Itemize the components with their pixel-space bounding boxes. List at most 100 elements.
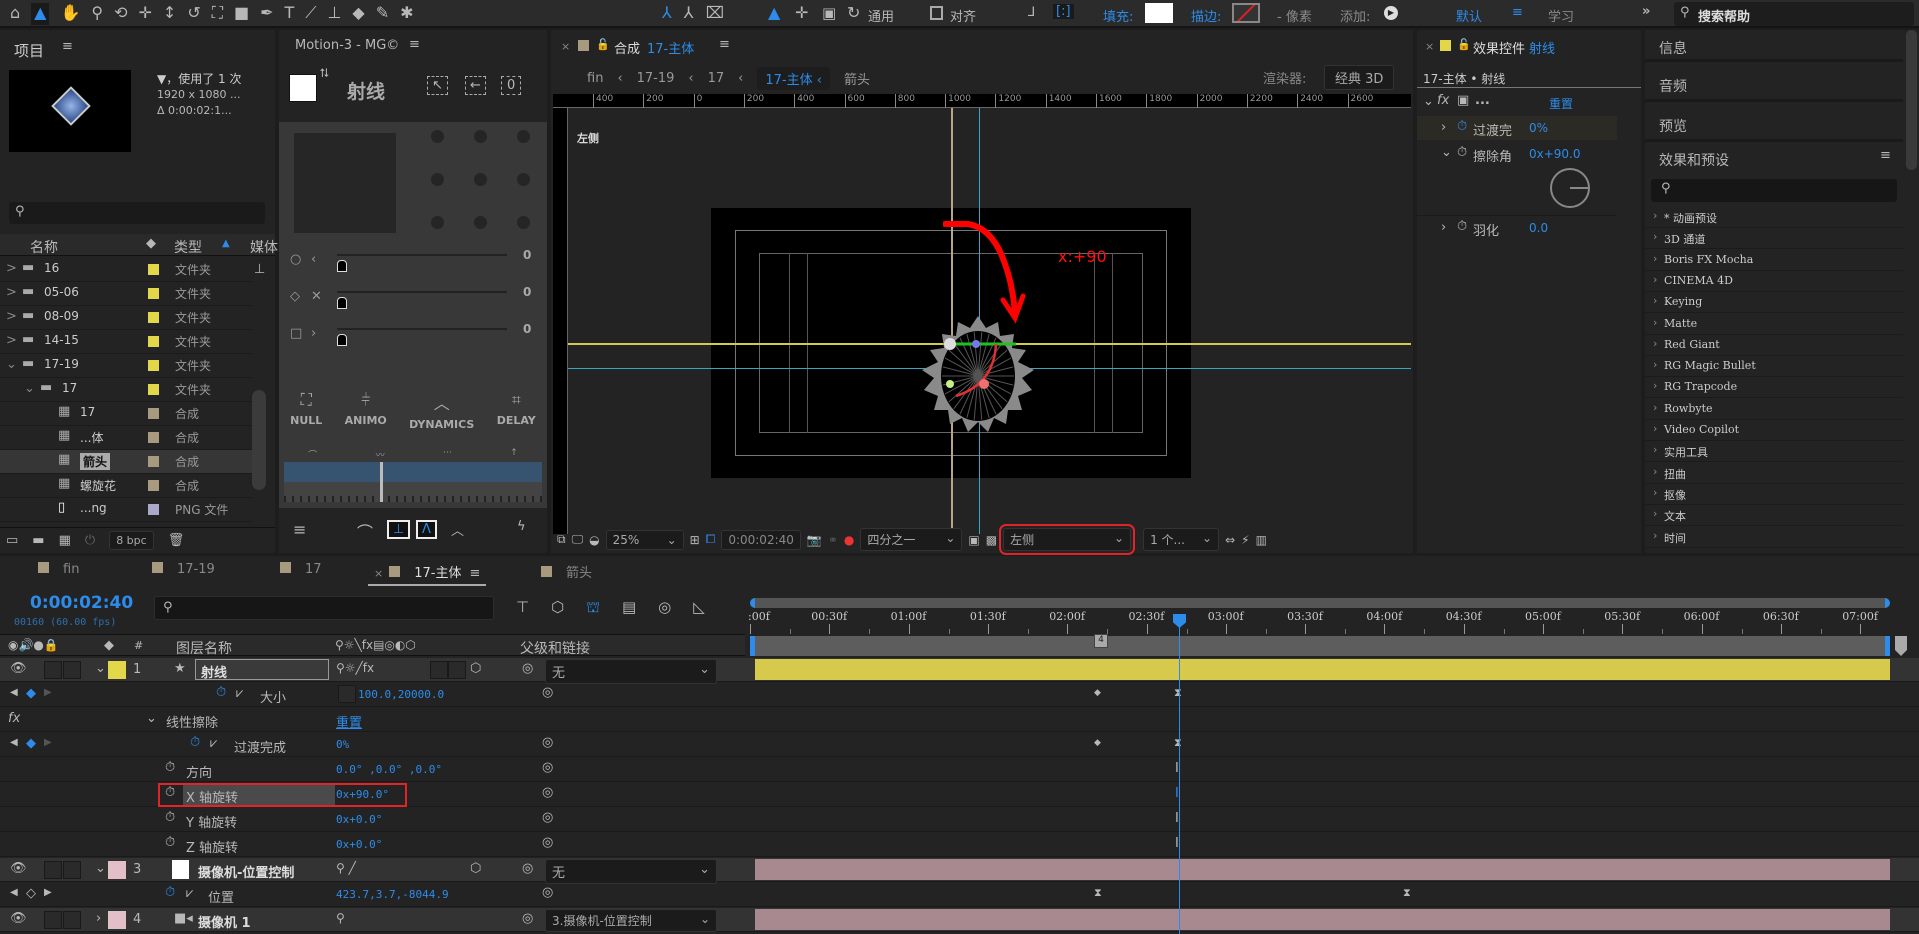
graph-icon[interactable]: ⩗: [186, 886, 193, 901]
swap-colors-icon[interactable]: ⮁: [319, 66, 329, 81]
effect-category[interactable]: › RG Magic Bullet: [1645, 356, 1903, 378]
col-parent[interactable]: 父级和链接: [520, 638, 590, 658]
shape-icon[interactable]: □: [290, 326, 302, 341]
next-keyframe-icon[interactable]: ▶: [44, 687, 52, 698]
layer-name[interactable]: 摄像机 1: [198, 912, 251, 931]
solo-switch[interactable]: [44, 911, 62, 929]
caret-up-icon[interactable]: ︿: [451, 520, 464, 539]
crumb-17-19[interactable]: 17-19: [637, 71, 675, 86]
motion-blur-icon[interactable]: ◎: [658, 598, 671, 618]
effect-category[interactable]: › Rowbyte: [1645, 399, 1903, 420]
view-axis-icon[interactable]: ⌧: [706, 3, 724, 22]
new-folder-icon[interactable]: ▬: [32, 533, 44, 548]
anchor-icon[interactable]: ⛶: [212, 3, 223, 25]
next-keyframe-icon[interactable]: ▶: [44, 887, 52, 898]
dots-icon[interactable]: ···: [443, 448, 452, 461]
solo-switch[interactable]: [44, 861, 62, 879]
visibility-icon[interactable]: 👁: [10, 911, 27, 926]
pickwhip-icon[interactable]: ◎: [522, 661, 533, 676]
collapse-icon[interactable]: ⌄: [1423, 94, 1434, 109]
roto-brush-icon[interactable]: ✎: [376, 3, 389, 25]
col-media[interactable]: 媒体: [250, 237, 278, 257]
direction-icon[interactable]: ›: [311, 326, 316, 341]
parent-select[interactable]: 3.摄像机-位置控制 ⌄: [545, 909, 717, 932]
sort-asc-icon[interactable]: ▲: [222, 238, 230, 249]
property-row-position[interactable]: ◀ ◇ ▶ ⏱ ⩗ 位置 423.7,3.7,-8044.9 ◎ ⧗ ⧗: [0, 883, 1919, 907]
3d-layer-icon[interactable]: ⬡: [470, 861, 481, 876]
prev-keyframe-icon[interactable]: ◀: [10, 737, 18, 748]
stopwatch-icon[interactable]: ⏱: [1457, 219, 1467, 234]
col-type[interactable]: 类型: [174, 237, 202, 257]
property-row-direction[interactable]: ⏱ 方向 0.0° ,0.0° ,0.0° ◎ I: [0, 758, 1919, 782]
anchor-dot[interactable]: [431, 173, 444, 186]
bpc-button[interactable]: 8 bpc: [109, 531, 154, 550]
show-snapshot-icon[interactable]: ⚭: [828, 533, 838, 547]
effect-row-linear-wipe[interactable]: fx ⌄ 线性擦除 重置: [0, 708, 1919, 732]
layer-row-3[interactable]: 👁 ⌄ 3 摄像机-位置控制 ⚲ ╱ ⬡ ◎ 无 ⌄: [0, 858, 1919, 884]
menu-icon[interactable]: ≡: [293, 520, 306, 539]
safe-grid-icon[interactable]: ⊞: [690, 533, 700, 547]
timeline-tab[interactable]: 箭头: [535, 562, 598, 586]
crumb-17[interactable]: 17: [708, 71, 725, 86]
anchor-preview[interactable]: [294, 133, 396, 233]
curve-add-icon[interactable]: ⌒: [357, 519, 373, 543]
layer-search-input[interactable]: ⚲: [154, 596, 494, 620]
composition-flowchart-icon[interactable]: ⊤: [516, 598, 529, 618]
anchor-dot[interactable]: [474, 216, 487, 229]
workspace-default[interactable]: 默认: [1456, 6, 1482, 25]
solo-switch[interactable]: [44, 661, 62, 679]
pickwhip-icon[interactable]: ◎: [522, 911, 533, 926]
lock-switch[interactable]: [63, 861, 81, 879]
effect-category[interactable]: › CINEMA 4D: [1645, 271, 1903, 292]
prop-value[interactable]: 0.0° ,0.0° ,0.0°: [336, 763, 442, 776]
expand-icon[interactable]: ›: [96, 911, 101, 926]
slider-track[interactable]: [337, 328, 507, 330]
direction-icon[interactable]: ✕: [311, 289, 322, 304]
view-layout-select[interactable]: 1 个... ⌄: [1143, 528, 1220, 551]
crumb-current[interactable]: 17-主体 ‹: [757, 67, 830, 90]
expression-pickwhip-icon[interactable]: ◎: [542, 760, 553, 775]
time-navigator[interactable]: [750, 598, 1890, 608]
effect-category[interactable]: › 实用工具: [1645, 441, 1903, 463]
close-tab-icon[interactable]: ×: [561, 40, 570, 53]
time-ruler[interactable]: :00f 00:30f 01:00f 01:30f 02:00f 02:30f 03:00f…: [745, 610, 1895, 634]
label-color[interactable]: [148, 408, 159, 419]
ruler-top[interactable]: 400 200 0 200 400 600 800 1000 1200 1400 1600 1800 2…: [553, 94, 1411, 108]
timeline-tab[interactable]: fin: [32, 562, 85, 586]
resolution-select[interactable]: 四分之一 ⌄: [860, 528, 963, 551]
fx-icon[interactable]: fx: [1437, 93, 1449, 108]
anchor-dot[interactable]: [517, 130, 530, 143]
orbit-camera-icon[interactable]: ⟲: [114, 3, 127, 25]
comp-tab-name[interactable]: 17-主体: [647, 38, 694, 57]
channel-icon[interactable]: ●: [844, 533, 854, 547]
label-color[interactable]: [148, 264, 159, 275]
property-row-size[interactable]: ◀ ◆ ▶ ⏱ ⩗ 大小 100.0,20000.0 ◎ ◆ ⧗: [0, 683, 1919, 707]
project-item[interactable]: ▦ ...体 合成: [0, 426, 252, 450]
effect-row[interactable]: ⌄ fx ▣ ... 重置: [1417, 92, 1641, 114]
parent-select[interactable]: 无 ⌄: [545, 659, 717, 684]
angle-dial[interactable]: [1550, 168, 1590, 208]
label-color[interactable]: [108, 661, 126, 679]
comp-marker[interactable]: 4: [1094, 634, 1108, 648]
param-value[interactable]: 0%: [1529, 121, 1548, 135]
hand-icon[interactable]: ✋: [60, 3, 80, 25]
label-color[interactable]: [148, 456, 159, 467]
box-icon[interactable]: ▣: [822, 4, 836, 22]
timeline-tab[interactable]: 17-19: [146, 562, 221, 586]
preview-section[interactable]: 预览: [1645, 106, 1903, 142]
anchor-left-icon[interactable]: ←: [465, 76, 486, 95]
project-item[interactable]: ▦ 螺旋花 合成: [0, 474, 252, 498]
audio-section[interactable]: 音频: [1645, 66, 1903, 102]
expand-icon[interactable]: ›: [1441, 120, 1446, 135]
label-color[interactable]: [148, 336, 159, 347]
region-icon[interactable]: ⧠: [706, 532, 716, 547]
property-row-transition[interactable]: ◀ ◆ ▶ ⏱ ⩗ 过渡完成 0% ◎ ◆ ⧗: [0, 733, 1919, 757]
eraser-icon[interactable]: ◆: [352, 3, 364, 25]
slider-track[interactable]: [337, 254, 507, 256]
collapse-icon[interactable]: ⌄: [146, 711, 157, 726]
mask-icon[interactable]: ◒: [589, 533, 599, 547]
expression-pickwhip-icon[interactable]: ◎: [542, 885, 553, 900]
effect-category[interactable]: › Red Giant: [1645, 335, 1903, 356]
slider-handle[interactable]: [337, 297, 347, 309]
pan-camera-icon[interactable]: ✛: [139, 3, 152, 25]
